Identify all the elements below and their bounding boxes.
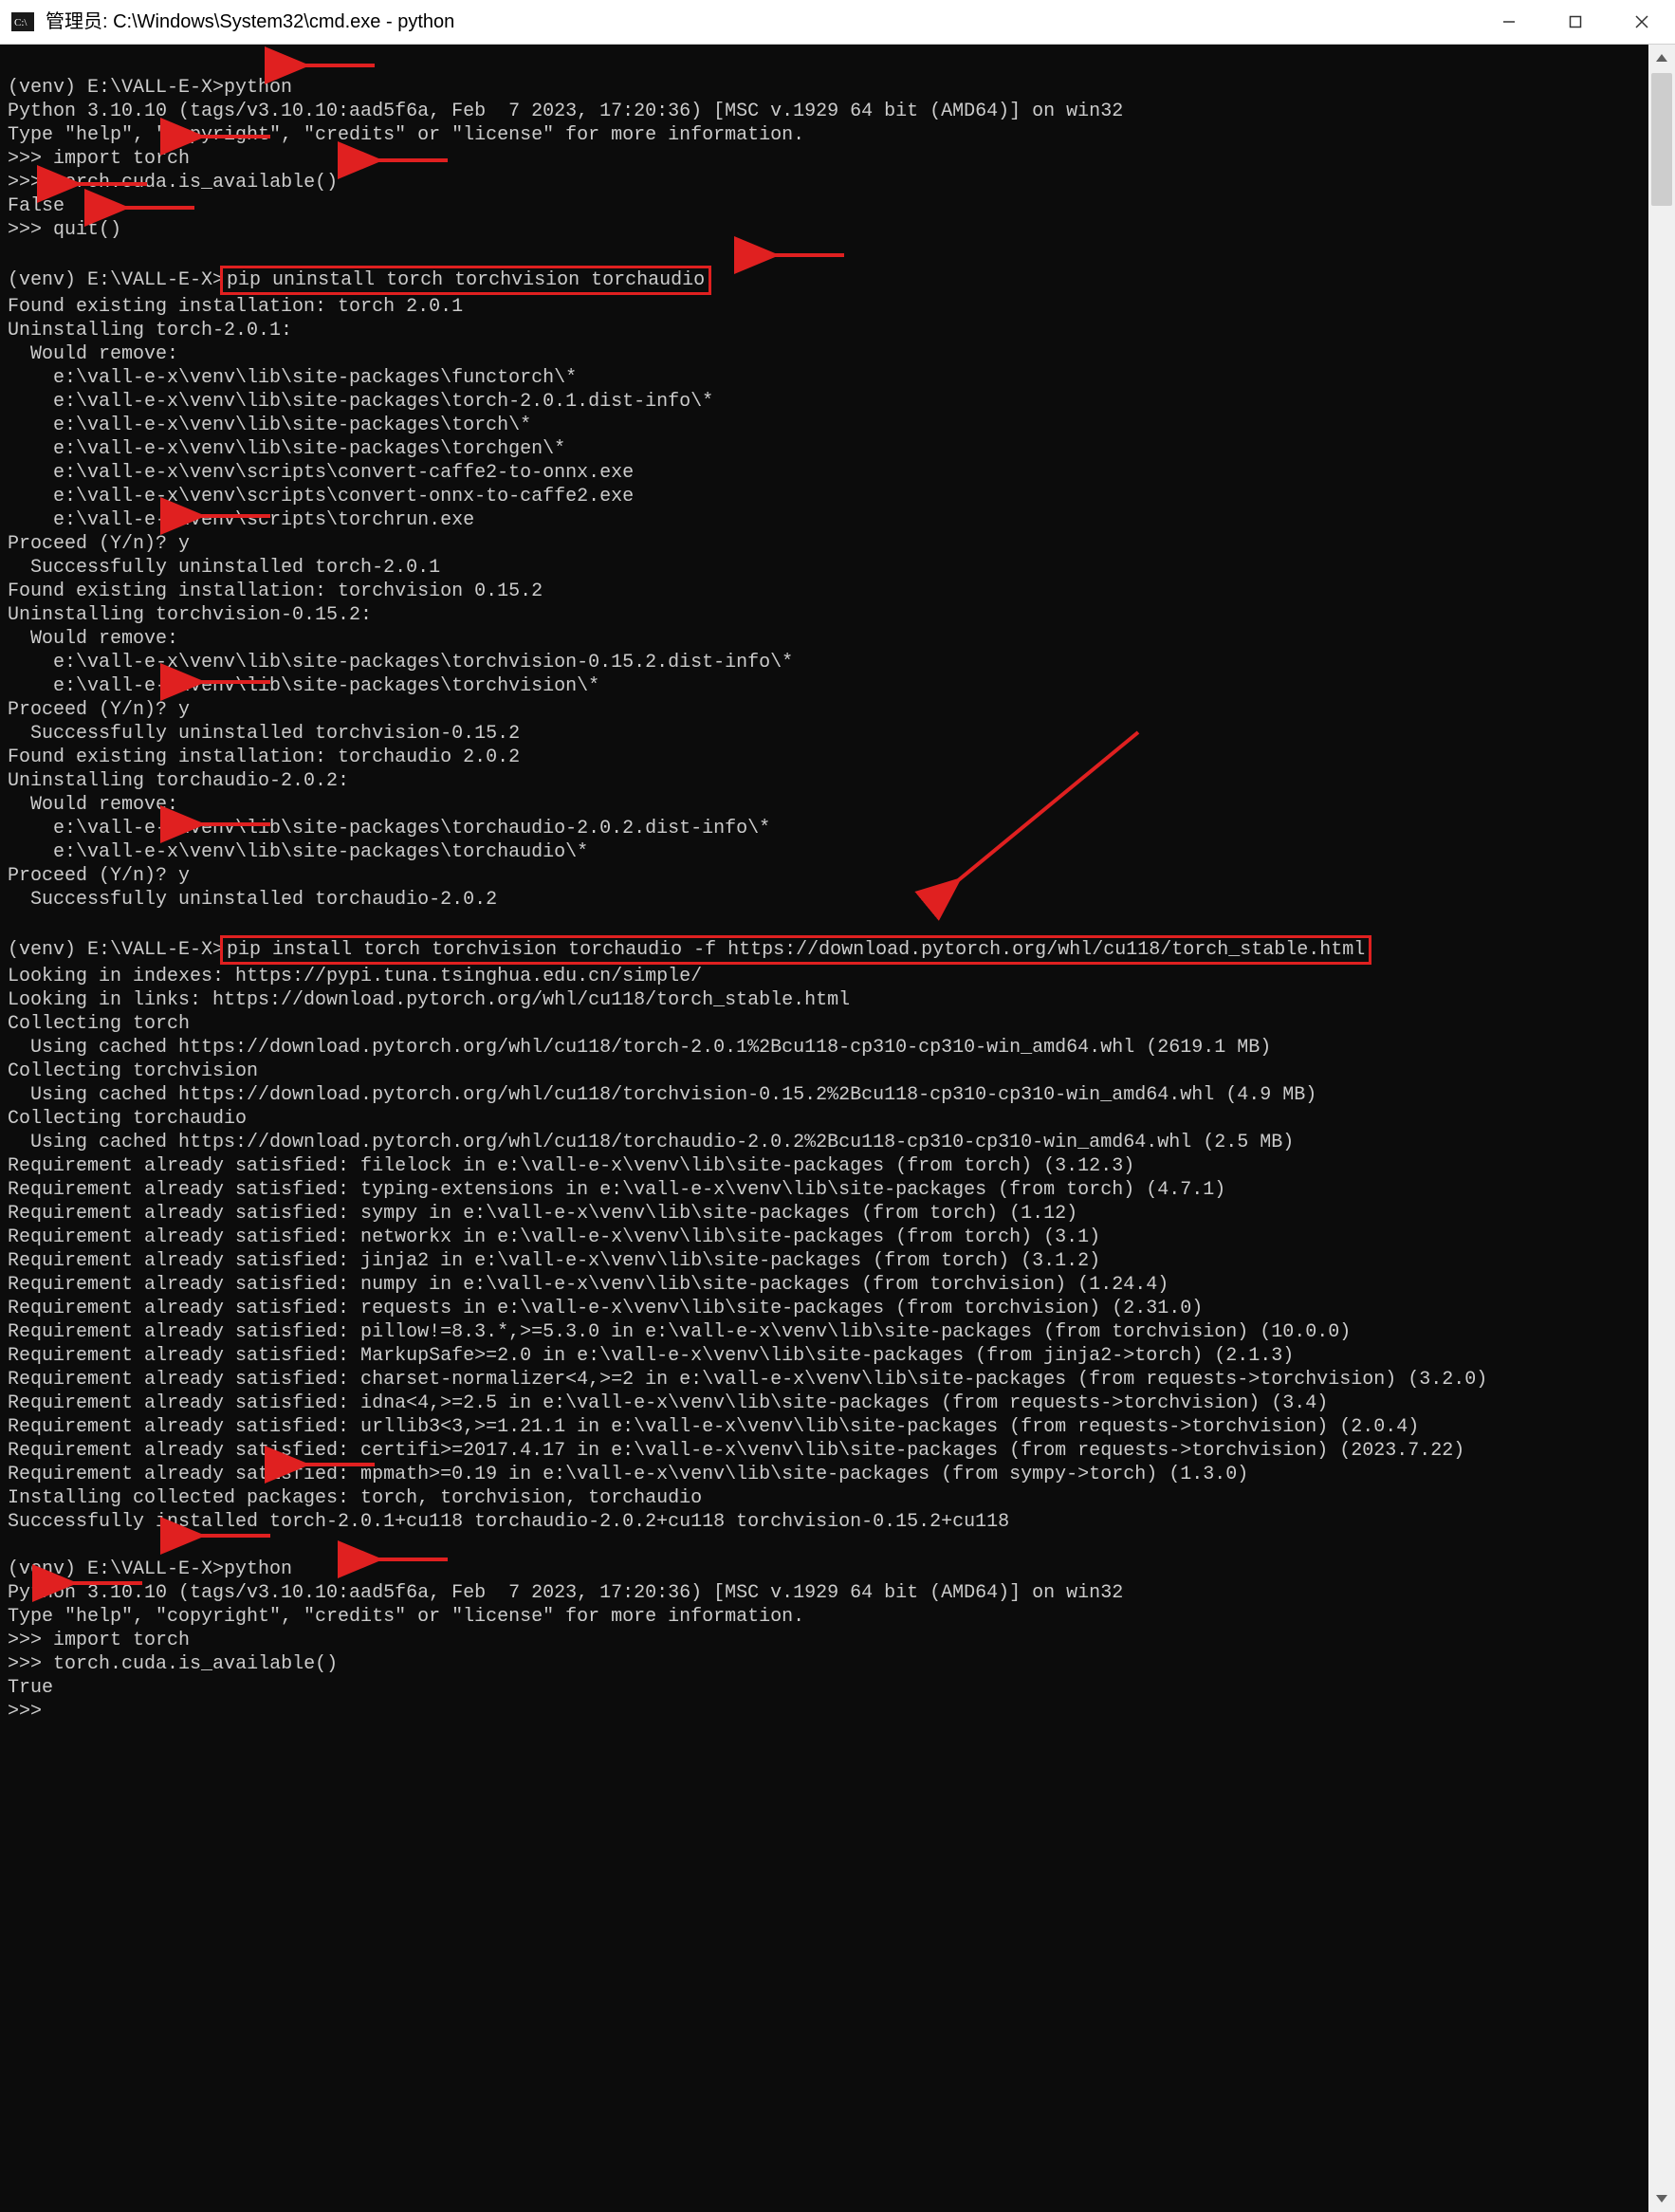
output-line: Requirement already satisfied: MarkupSaf…	[8, 1344, 1648, 1368]
output-line: Python 3.10.10 (tags/v3.10.10:aad5f6a, F…	[8, 100, 1648, 123]
output-line: Collecting torchaudio	[8, 1107, 1648, 1131]
output-line: Proceed (Y/n)? y	[8, 532, 1648, 556]
output-line: Collecting torchvision	[8, 1060, 1648, 1083]
output-line: e:\vall-e-x\venv\lib\site-packages\funct…	[8, 366, 1648, 390]
repl-line: >>> import torch	[8, 1629, 1648, 1652]
output-line: e:\vall-e-x\venv\lib\site-packages\torch…	[8, 651, 1648, 674]
output-line: Requirement already satisfied: pillow!=8…	[8, 1320, 1648, 1344]
output-line: Proceed (Y/n)? y	[8, 698, 1648, 722]
prompt-line: (venv) E:\VALL-E-X>python	[8, 76, 1648, 100]
svg-text:C:\: C:\	[14, 17, 28, 28]
output-line: e:\vall-e-x\venv\lib\site-packages\torch…	[8, 817, 1648, 840]
highlighted-command: pip uninstall torch torchvision torchaud…	[220, 266, 711, 295]
output-line: e:\vall-e-x\venv\scripts\convert-onnx-to…	[8, 485, 1648, 508]
output-line: Using cached https://download.pytorch.or…	[8, 1083, 1648, 1107]
prompt-line: (venv) E:\VALL-E-X>python	[8, 1558, 1648, 1581]
output-line: Requirement already satisfied: typing-ex…	[8, 1178, 1648, 1202]
output-line: Type "help", "copyright", "credits" or "…	[8, 1605, 1648, 1629]
output-line: Using cached https://download.pytorch.or…	[8, 1131, 1648, 1154]
output-line: Uninstalling torchaudio-2.0.2:	[8, 769, 1648, 793]
output-line: Found existing installation: torch 2.0.1	[8, 295, 1648, 319]
repl-line: >>> torch.cuda.is_available()	[8, 171, 1648, 194]
output-line: Successfully uninstalled torchaudio-2.0.…	[8, 888, 1648, 912]
output-line: True	[8, 1676, 1648, 1700]
scroll-down-button[interactable]	[1648, 2185, 1675, 2212]
output-line: e:\vall-e-x\venv\lib\site-packages\torch…	[8, 390, 1648, 414]
output-line: Requirement already satisfied: sympy in …	[8, 1202, 1648, 1226]
output-line: Collecting torch	[8, 1012, 1648, 1036]
output-line: Requirement already satisfied: certifi>=…	[8, 1439, 1648, 1463]
output-line: Requirement already satisfied: requests …	[8, 1297, 1648, 1320]
cmd-icon: C:\	[9, 9, 36, 35]
output-line: e:\vall-e-x\venv\lib\site-packages\torch…	[8, 414, 1648, 437]
output-line: Would remove:	[8, 793, 1648, 817]
output-line: Requirement already satisfied: numpy in …	[8, 1273, 1648, 1297]
output-line: Requirement already satisfied: charset-n…	[8, 1368, 1648, 1392]
output-line: Type "help", "copyright", "credits" or "…	[8, 123, 1648, 147]
output-line: Uninstalling torch-2.0.1:	[8, 319, 1648, 342]
blank-line	[8, 52, 1648, 76]
output-line: Requirement already satisfied: networkx …	[8, 1226, 1648, 1249]
prompt-line: (venv) E:\VALL-E-X>pip install torch tor…	[8, 935, 1648, 965]
highlighted-command: pip install torch torchvision torchaudio…	[220, 935, 1371, 965]
output-line: e:\vall-e-x\venv\lib\site-packages\torch…	[8, 674, 1648, 698]
scroll-up-button[interactable]	[1648, 45, 1675, 71]
output-line: Successfully uninstalled torch-2.0.1	[8, 556, 1648, 580]
maximize-button[interactable]	[1542, 0, 1609, 44]
output-line: Requirement already satisfied: mpmath>=0…	[8, 1463, 1648, 1486]
output-line: Requirement already satisfied: urllib3<3…	[8, 1415, 1648, 1439]
output-line: Would remove:	[8, 627, 1648, 651]
output-line: e:\vall-e-x\venv\scripts\convert-caffe2-…	[8, 461, 1648, 485]
terminal-output[interactable]: (venv) E:\VALL-E-X>pythonPython 3.10.10 …	[0, 45, 1648, 2212]
close-button[interactable]	[1609, 0, 1675, 44]
output-line: Successfully uninstalled torchvision-0.1…	[8, 722, 1648, 746]
vertical-scrollbar[interactable]	[1648, 45, 1675, 2212]
titlebar[interactable]: C:\ 管理员: C:\Windows\System32\cmd.exe - p…	[0, 0, 1675, 45]
blank-line	[8, 242, 1648, 266]
repl-line: >>> torch.cuda.is_available()	[8, 1652, 1648, 1676]
repl-line: >>> import torch	[8, 147, 1648, 171]
output-line: Requirement already satisfied: idna<4,>=…	[8, 1392, 1648, 1415]
output-line: Using cached https://download.pytorch.or…	[8, 1036, 1648, 1060]
output-line: False	[8, 194, 1648, 218]
output-line: Looking in indexes: https://pypi.tuna.ts…	[8, 965, 1648, 988]
cmd-window: C:\ 管理员: C:\Windows\System32\cmd.exe - p…	[0, 0, 1675, 2212]
repl-line: >>>	[8, 1700, 1648, 1724]
blank-line	[8, 912, 1648, 935]
repl-line: >>> quit()	[8, 218, 1648, 242]
output-line: Python 3.10.10 (tags/v3.10.10:aad5f6a, F…	[8, 1581, 1648, 1605]
output-line: Looking in links: https://download.pytor…	[8, 988, 1648, 1012]
output-line: e:\vall-e-x\venv\lib\site-packages\torch…	[8, 840, 1648, 864]
output-line: Proceed (Y/n)? y	[8, 864, 1648, 888]
output-line: Successfully installed torch-2.0.1+cu118…	[8, 1510, 1648, 1534]
output-line: Found existing installation: torchaudio …	[8, 746, 1648, 769]
window-controls	[1476, 0, 1675, 44]
scrollbar-thumb[interactable]	[1651, 73, 1672, 206]
output-line: Requirement already satisfied: jinja2 in…	[8, 1249, 1648, 1273]
minimize-button[interactable]	[1476, 0, 1542, 44]
output-line: e:\vall-e-x\venv\lib\site-packages\torch…	[8, 437, 1648, 461]
output-line: e:\vall-e-x\venv\scripts\torchrun.exe	[8, 508, 1648, 532]
output-line: Would remove:	[8, 342, 1648, 366]
output-line: Installing collected packages: torch, to…	[8, 1486, 1648, 1510]
output-line: Uninstalling torchvision-0.15.2:	[8, 603, 1648, 627]
prompt-line: (venv) E:\VALL-E-X>pip uninstall torch t…	[8, 266, 1648, 295]
window-title: 管理员: C:\Windows\System32\cmd.exe - pytho…	[46, 10, 1476, 34]
blank-line	[8, 1534, 1648, 1558]
output-line: Found existing installation: torchvision…	[8, 580, 1648, 603]
output-line: Requirement already satisfied: filelock …	[8, 1154, 1648, 1178]
